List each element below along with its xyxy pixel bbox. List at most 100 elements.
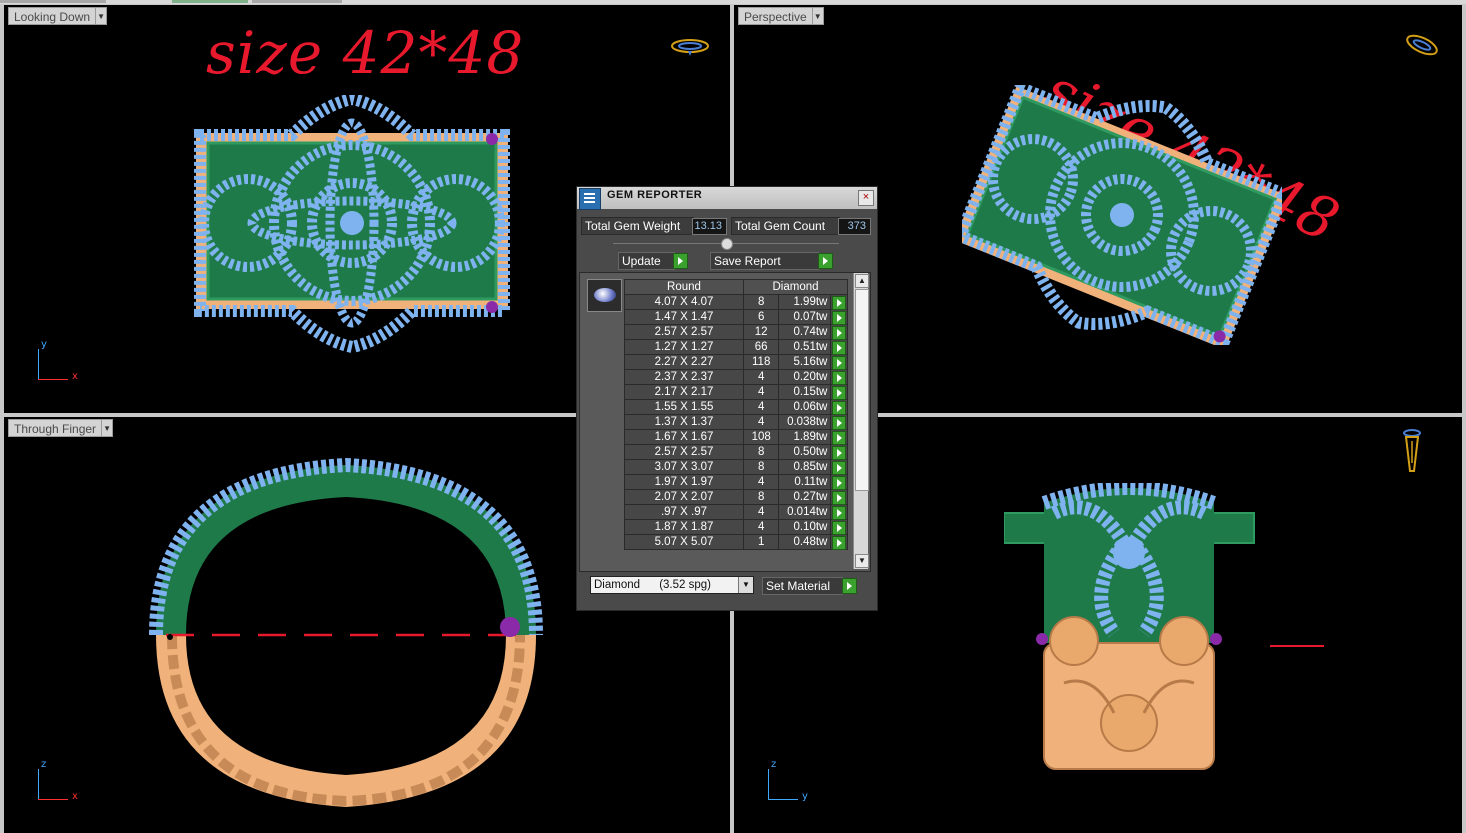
gem-size-cell: 2.07 X 2.07 [624,489,744,505]
row-select-go-icon[interactable] [830,504,848,520]
top-tab-strip [0,0,1466,4]
row-select-go-icon[interactable] [830,474,848,490]
gem-count-cell: 8 [742,489,780,505]
gem-table-row[interactable]: 1.97 X 1.97 4 0.11tw [624,474,848,490]
gem-size-cell: 2.57 X 2.57 [624,444,744,460]
gem-table-row[interactable]: 2.07 X 2.07 8 0.27tw [624,489,848,505]
material-select-value: Diamond (3.52 spg) [594,579,711,591]
chevron-down-icon[interactable]: ▼ [96,7,108,25]
gem-reporter-app-icon [579,188,601,210]
gem-count-cell: 8 [742,444,780,460]
scroll-down-icon[interactable]: ▼ [855,554,869,568]
top-tab[interactable] [252,0,342,3]
gem-size-cell: 2.27 X 2.27 [624,354,744,370]
row-select-go-icon[interactable] [830,444,848,460]
row-select-go-icon[interactable] [830,399,848,415]
total-gem-count-label: Total Gem Count [731,217,840,235]
axis-z-label: z [771,759,777,770]
viewport-label-text: Through Finger [8,419,103,437]
row-select-go-icon[interactable] [830,429,848,445]
row-select-go-icon[interactable] [830,339,848,355]
ring-orientation-icon [1406,34,1438,56]
gem-size-cell: .97 X .97 [624,504,744,520]
gem-table-row[interactable]: 1.55 X 1.55 4 0.06tw [624,399,848,415]
row-select-go-icon[interactable] [830,294,848,310]
gem-table-row[interactable]: 1.37 X 1.37 4 0.038tw [624,414,848,430]
gem-reporter-panel[interactable]: GEM REPORTER × Total Gem Weight 13.13 To… [576,186,878,611]
top-tab[interactable] [0,0,106,3]
gem-table-row[interactable]: 2.57 X 2.57 8 0.50tw [624,444,848,460]
update-go-icon[interactable] [673,253,688,269]
gem-table-row[interactable]: 1.27 X 1.27 66 0.51tw [624,339,848,355]
save-report-button[interactable]: Save Report [710,252,819,270]
gem-weight-cell: 0.50tw [778,444,832,460]
set-material-button[interactable]: Set Material [762,577,843,595]
row-select-go-icon[interactable] [830,534,848,550]
splitter-handle[interactable] [721,238,733,250]
row-select-go-icon[interactable] [830,369,848,385]
viewport-label-text: Perspective [738,7,813,25]
column-header-shape: Round [624,279,744,295]
gem-table-row[interactable]: 3.07 X 3.07 8 0.85tw [624,459,848,475]
gem-weight-cell: 0.27tw [778,489,832,505]
close-icon[interactable]: × [858,190,874,206]
chevron-down-icon[interactable]: ▼ [738,577,753,593]
axis-y-label: y [802,791,808,802]
gem-reporter-titlebar[interactable]: GEM REPORTER × [577,187,877,210]
axis-x-label: x [72,791,78,802]
gem-list-scrollbar[interactable]: ▲ ▼ [853,273,869,569]
row-select-go-icon[interactable] [830,354,848,370]
gem-count-cell: 4 [742,504,780,520]
chevron-down-icon[interactable]: ▼ [102,419,114,437]
material-select[interactable]: Diamond (3.52 spg) ▼ [590,576,754,594]
row-select-go-icon[interactable] [830,519,848,535]
gem-weight-cell: 0.014tw [778,504,832,520]
gem-count-cell: 4 [742,414,780,430]
chevron-down-icon[interactable]: ▼ [812,7,824,25]
gem-weight-cell: 5.16tw [778,354,832,370]
gem-count-cell: 8 [742,294,780,310]
gem-thumbnail-icon[interactable] [587,279,622,312]
gem-count-cell: 4 [742,474,780,490]
update-button[interactable]: Update [618,252,675,270]
gem-table-row[interactable]: .97 X .97 4 0.014tw [624,504,848,520]
gem-table-row[interactable]: 2.27 X 2.27 118 5.16tw [624,354,848,370]
row-select-go-icon[interactable] [830,414,848,430]
viewport-label-perspective[interactable]: Perspective ▼ [738,7,824,25]
gem-table-row[interactable]: 1.47 X 1.47 6 0.07tw [624,309,848,325]
gem-count-cell: 4 [742,399,780,415]
ring-perspective-render [962,85,1282,345]
row-select-go-icon[interactable] [830,324,848,340]
gem-weight-cell: 0.15tw [778,384,832,400]
scroll-up-icon[interactable]: ▲ [855,274,869,288]
scroll-thumb[interactable] [855,289,869,491]
gem-weight-cell: 0.11tw [778,474,832,490]
gem-weight-cell: 0.20tw [778,369,832,385]
save-report-go-icon[interactable] [818,253,833,269]
gem-table-row[interactable]: 5.07 X 5.07 1 0.48tw [624,534,848,550]
row-select-go-icon[interactable] [830,384,848,400]
gem-table-row[interactable]: 2.37 X 2.37 4 0.20tw [624,369,848,385]
gem-weight-cell: 0.51tw [778,339,832,355]
gem-list[interactable]: Round Diamond 4.07 X 4.07 8 1.99tw 1.47 X 1… [579,272,871,572]
viewport-label-looking-down[interactable]: Looking Down ▼ [8,7,108,25]
top-tab-active[interactable] [172,0,248,3]
gem-count-cell: 1 [742,534,780,550]
gem-size-cell: 1.37 X 1.37 [624,414,744,430]
axis-y-label: y [41,339,47,350]
gem-table-row[interactable]: 2.17 X 2.17 4 0.15tw [624,384,848,400]
gem-table-row[interactable]: 2.57 X 2.57 12 0.74tw [624,324,848,340]
gem-count-cell: 4 [742,369,780,385]
gem-table-row[interactable]: 4.07 X 4.07 8 1.99tw [624,294,848,310]
gem-table-row[interactable]: 1.67 X 1.67 108 1.89tw [624,429,848,445]
gem-table-row[interactable]: 1.87 X 1.87 4 0.10tw [624,519,848,535]
total-gem-weight-value: 13.13 [692,218,727,235]
red-marker-line [1270,645,1324,647]
viewport-label-through-finger[interactable]: Through Finger ▼ [8,419,114,437]
row-select-go-icon[interactable] [830,489,848,505]
row-select-go-icon[interactable] [830,459,848,475]
set-material-go-icon[interactable] [842,578,857,594]
row-select-go-icon[interactable] [830,309,848,325]
ring-orientation-icon [671,39,709,56]
axis-x-label: x [72,371,78,382]
